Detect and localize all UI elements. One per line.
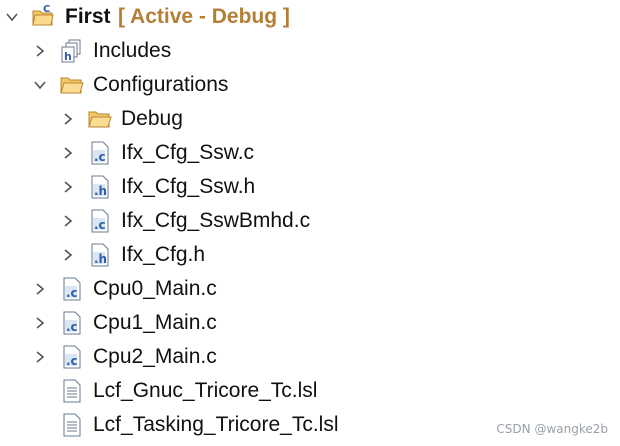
watermark: CSDN @wangke2b	[496, 422, 608, 436]
tree-item-label: Cpu2_Main.c	[93, 345, 217, 368]
folder-icon	[88, 107, 112, 131]
svg-text:.c: .c	[66, 286, 78, 300]
tree-item-label: Ifx_Cfg_Ssw.c	[121, 141, 255, 164]
svg-text:.h: .h	[94, 184, 107, 198]
active-config-label: [ Active - Debug ]	[118, 5, 290, 28]
chevron-right-icon[interactable]	[62, 113, 74, 125]
chevron-right-icon[interactable]	[34, 45, 46, 57]
c-file-icon: .c	[88, 141, 112, 165]
chevron-right-icon[interactable]	[34, 317, 46, 329]
svg-text:.c: .c	[94, 150, 106, 164]
c-project-icon: C	[31, 4, 55, 28]
tree-row-file[interactable]: .c Ifx_Cfg_Ssw.c	[0, 136, 620, 170]
c-file-icon: .c	[88, 209, 112, 233]
tree-row-file[interactable]: .c Cpu2_Main.c	[0, 340, 620, 374]
tree-row-file[interactable]: .c Cpu1_Main.c	[0, 306, 620, 340]
tree-item-label: Configurations	[93, 73, 229, 96]
svg-text:.h: .h	[94, 252, 107, 266]
tree-row-includes[interactable]: h Includes	[0, 34, 620, 68]
svg-text:.c: .c	[66, 354, 78, 368]
tree-row-configurations[interactable]: Configurations	[0, 68, 620, 102]
c-file-icon: .c	[60, 311, 84, 335]
project-name: First	[65, 5, 111, 28]
tree-row-debug[interactable]: Debug	[0, 102, 620, 136]
svg-text:.c: .c	[94, 218, 106, 232]
tree-item-label: Lcf_Tasking_Tricore_Tc.lsl	[93, 413, 339, 436]
folder-open-icon	[60, 73, 84, 97]
chevron-right-icon[interactable]	[62, 215, 74, 227]
chevron-down-icon[interactable]	[6, 11, 18, 23]
tree-row-file[interactable]: .h Ifx_Cfg.h	[0, 238, 620, 272]
svg-text:h: h	[64, 50, 72, 63]
project-explorer-tree: C First [ Active - Debug ] h Includes Co…	[0, 0, 620, 446]
tree-item-label: Includes	[93, 39, 172, 62]
tree-item-label: Debug	[121, 107, 183, 130]
svg-text:C: C	[43, 4, 50, 15]
chevron-right-icon[interactable]	[62, 181, 74, 193]
tree-item-label: Cpu1_Main.c	[93, 311, 217, 334]
tree-row-file[interactable]: Lcf_Gnuc_Tricore_Tc.lsl	[0, 374, 620, 408]
c-file-icon: .c	[60, 345, 84, 369]
c-file-icon: .c	[60, 277, 84, 301]
chevron-right-icon[interactable]	[62, 147, 74, 159]
tree-row-project[interactable]: C First [ Active - Debug ]	[0, 0, 620, 34]
tree-item-label: Ifx_Cfg_Ssw.h	[121, 175, 256, 198]
h-file-icon: .h	[88, 243, 112, 267]
tree-item-label: Lcf_Gnuc_Tricore_Tc.lsl	[93, 379, 318, 402]
tree-row-file[interactable]: .h Ifx_Cfg_Ssw.h	[0, 170, 620, 204]
h-file-icon: .h	[88, 175, 112, 199]
includes-icon: h	[60, 39, 84, 63]
tree-item-label: Ifx_Cfg_SswBmhd.c	[121, 209, 311, 232]
chevron-right-icon[interactable]	[34, 351, 46, 363]
svg-text:.c: .c	[66, 320, 78, 334]
chevron-right-icon[interactable]	[62, 249, 74, 261]
text-file-icon	[60, 379, 84, 403]
chevron-down-icon[interactable]	[34, 79, 46, 91]
chevron-right-icon[interactable]	[34, 283, 46, 295]
tree-item-label: Ifx_Cfg.h	[121, 243, 206, 266]
tree-row-file[interactable]: .c Cpu0_Main.c	[0, 272, 620, 306]
tree-item-label: Cpu0_Main.c	[93, 277, 217, 300]
text-file-icon	[60, 413, 84, 437]
tree-row-file[interactable]: .c Ifx_Cfg_SswBmhd.c	[0, 204, 620, 238]
